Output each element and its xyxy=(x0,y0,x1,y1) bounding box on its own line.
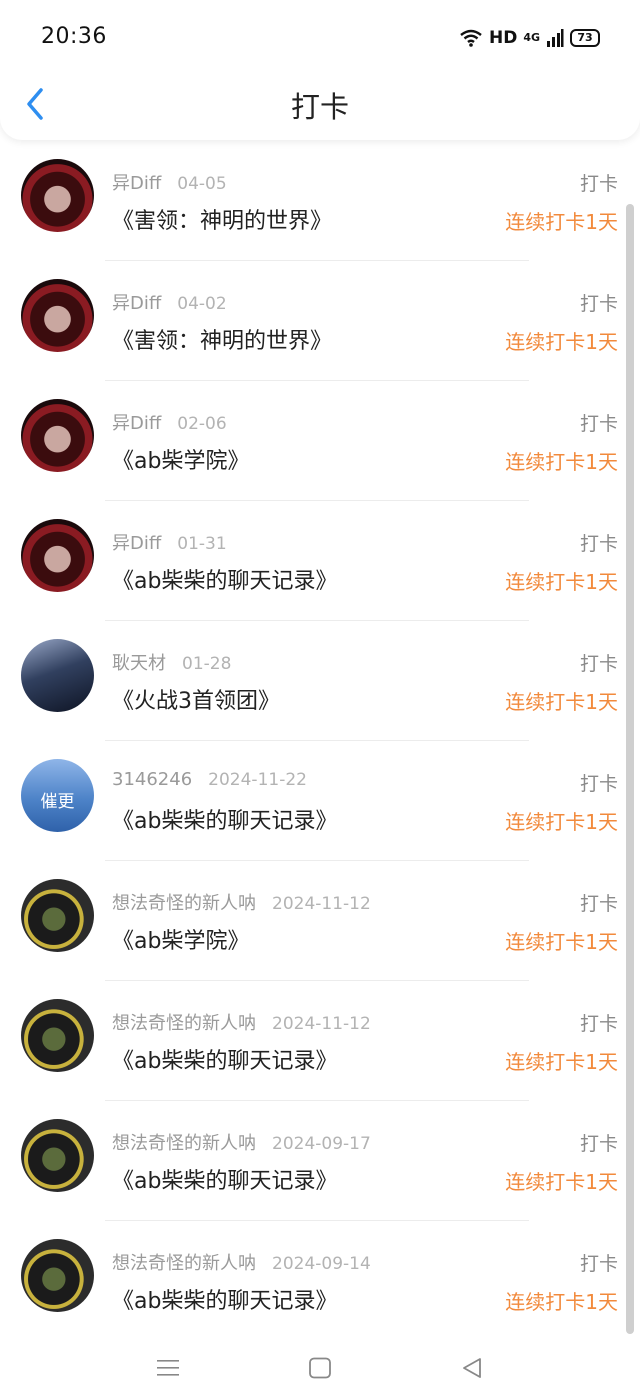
avatar[interactable] xyxy=(21,639,94,712)
item-date: 2024-09-17 xyxy=(272,1134,371,1154)
list-item[interactable]: 想法奇怪的新人呐 2024-09-17 《ab柴柴的聊天记录》 打卡连续打卡1天 xyxy=(0,1101,640,1221)
checkin-type: 打卡 xyxy=(579,293,618,315)
item-meta: 想法奇怪的新人呐 2024-11-12 xyxy=(112,889,371,915)
checkin-type: 打卡 xyxy=(579,173,618,195)
item-meta: 想法奇怪的新人呐 2024-09-14 xyxy=(112,1249,371,1275)
username[interactable]: 想法奇怪的新人呐 xyxy=(112,1013,256,1034)
book-title[interactable]: 《ab柴学院》 xyxy=(112,923,249,955)
username[interactable]: 异Diff xyxy=(112,533,161,554)
battery-indicator: 73 xyxy=(570,29,600,47)
list-item[interactable]: 异Diff 04-05 《害领：神明的世界》 打卡连续打卡1天 xyxy=(0,141,640,261)
streak-label: 连续打卡1天 xyxy=(505,930,618,954)
username[interactable]: 想法奇怪的新人呐 xyxy=(112,893,256,914)
streak-label: 连续打卡1天 xyxy=(505,1050,618,1074)
wifi-icon xyxy=(460,29,482,47)
checkin-type: 打卡 xyxy=(579,1133,618,1155)
book-title[interactable]: 《ab柴柴的聊天记录》 xyxy=(112,803,337,835)
system-nav-bar xyxy=(0,1339,640,1387)
list-item[interactable]: 异Diff 04-02 《害领：神明的世界》 打卡连续打卡1天 xyxy=(0,261,640,381)
back-triangle-icon[interactable] xyxy=(460,1357,484,1379)
item-meta: 耿天材 01-28 xyxy=(112,649,231,675)
menu-icon[interactable] xyxy=(156,1357,180,1379)
avatar[interactable]: 催更 xyxy=(21,759,94,832)
item-meta: 想法奇怪的新人呐 2024-11-12 xyxy=(112,1009,371,1035)
username[interactable]: 想法奇怪的新人呐 xyxy=(112,1253,256,1274)
item-date: 01-31 xyxy=(177,534,227,554)
book-title[interactable]: 《ab柴柴的聊天记录》 xyxy=(112,1283,337,1315)
top-bar: 20:36 HD 4G 73 打卡 xyxy=(0,0,640,140)
username[interactable]: 异Diff xyxy=(112,413,161,434)
list-item[interactable]: 想法奇怪的新人呐 2024-11-12 《ab柴学院》 打卡连续打卡1天 xyxy=(0,861,640,981)
checkin-type: 打卡 xyxy=(579,413,618,435)
book-title[interactable]: 《ab柴柴的聊天记录》 xyxy=(112,563,337,595)
checkin-type: 打卡 xyxy=(579,773,618,795)
streak-label: 连续打卡1天 xyxy=(505,1170,618,1194)
streak-label: 连续打卡1天 xyxy=(505,690,618,714)
checkin-list: 异Diff 04-05 《害领：神明的世界》 打卡 连续打卡1天 异Diff 04-02 《害… xyxy=(0,141,640,1341)
avatar[interactable] xyxy=(21,399,94,472)
item-meta: 异Diff 01-31 xyxy=(112,529,227,555)
hd-indicator: HD xyxy=(488,28,518,48)
username[interactable]: 异Diff xyxy=(112,173,161,194)
username[interactable]: 3146246 xyxy=(112,769,192,790)
username[interactable]: 异Diff xyxy=(112,293,161,314)
item-date: 2024-09-14 xyxy=(272,1254,371,1274)
checkin-type: 打卡 xyxy=(579,893,618,915)
scrollbar[interactable] xyxy=(626,204,634,1334)
checkin-type: 打卡 xyxy=(579,533,618,555)
item-date: 2024-11-12 xyxy=(272,894,371,914)
network-type: 4G xyxy=(523,31,540,44)
avatar[interactable] xyxy=(21,159,94,232)
item-date: 04-02 xyxy=(177,294,227,314)
item-meta: 3146246 2024-11-22 xyxy=(112,769,307,790)
list-item[interactable]: 异Diff 01-31 《ab柴柴的聊天记录》 打卡连续打卡1天 xyxy=(0,501,640,621)
item-meta: 异Diff 04-02 xyxy=(112,289,227,315)
book-title[interactable]: 《害领：神明的世界》 xyxy=(112,323,332,355)
list-item[interactable]: 耿天材 01-28 《火战3首领团》 打卡连续打卡1天 xyxy=(0,621,640,741)
streak-label: 连续打卡1天 xyxy=(505,570,618,594)
list-item[interactable]: 异Diff 02-06 《ab柴学院》 打卡连续打卡1天 xyxy=(0,381,640,501)
streak-label: 连续打卡1天 xyxy=(505,210,618,234)
checkin-type: 打卡 xyxy=(579,1253,618,1275)
avatar[interactable] xyxy=(21,1119,94,1192)
item-date: 02-06 xyxy=(177,414,227,434)
checkin-type: 打卡 xyxy=(579,653,618,675)
list-item[interactable]: 想法奇怪的新人呐 2024-11-12 《ab柴柴的聊天记录》 打卡连续打卡1天 xyxy=(0,981,640,1101)
item-date: 2024-11-22 xyxy=(208,770,307,790)
item-date: 04-05 xyxy=(177,174,227,194)
item-date: 01-28 xyxy=(182,654,232,674)
username[interactable]: 耿天材 xyxy=(112,653,166,674)
streak-label: 连续打卡1天 xyxy=(505,810,618,834)
avatar[interactable] xyxy=(21,519,94,592)
avatar[interactable] xyxy=(21,999,94,1072)
avatar[interactable] xyxy=(21,879,94,952)
signal-icon xyxy=(547,29,564,47)
item-meta: 异Diff 04-05 xyxy=(112,169,227,195)
streak-label: 连续打卡1天 xyxy=(505,330,618,354)
item-meta: 异Diff 02-06 xyxy=(112,409,227,435)
streak-label: 连续打卡1天 xyxy=(505,1290,618,1314)
book-title[interactable]: 《ab柴柴的聊天记录》 xyxy=(112,1043,337,1075)
checkin-type: 打卡 xyxy=(579,1013,618,1035)
streak-label: 连续打卡1天 xyxy=(505,450,618,474)
item-date: 2024-11-12 xyxy=(272,1014,371,1034)
book-title[interactable]: 《ab柴学院》 xyxy=(112,443,249,475)
avatar[interactable] xyxy=(21,279,94,352)
avatar[interactable] xyxy=(21,1239,94,1312)
status-time: 20:36 xyxy=(41,24,107,49)
page-title: 打卡 xyxy=(290,90,349,124)
book-title[interactable]: 《害领：神明的世界》 xyxy=(112,203,332,235)
book-title[interactable]: 《ab柴柴的聊天记录》 xyxy=(112,1163,337,1195)
username[interactable]: 想法奇怪的新人呐 xyxy=(112,1133,256,1154)
status-icons: HD 4G 73 xyxy=(459,26,600,50)
avatar-label: 催更 xyxy=(40,792,75,812)
list-item[interactable]: 催更 3146246 2024-11-22 《ab柴柴的聊天记录》 打卡连续打卡1天 xyxy=(0,741,640,861)
home-icon[interactable] xyxy=(308,1357,332,1379)
item-meta: 想法奇怪的新人呐 2024-09-17 xyxy=(112,1129,371,1155)
book-title[interactable]: 《火战3首领团》 xyxy=(112,683,280,715)
list-item[interactable]: 想法奇怪的新人呐 2024-09-14 《ab柴柴的聊天记录》 打卡连续打卡1天 xyxy=(0,1221,640,1341)
